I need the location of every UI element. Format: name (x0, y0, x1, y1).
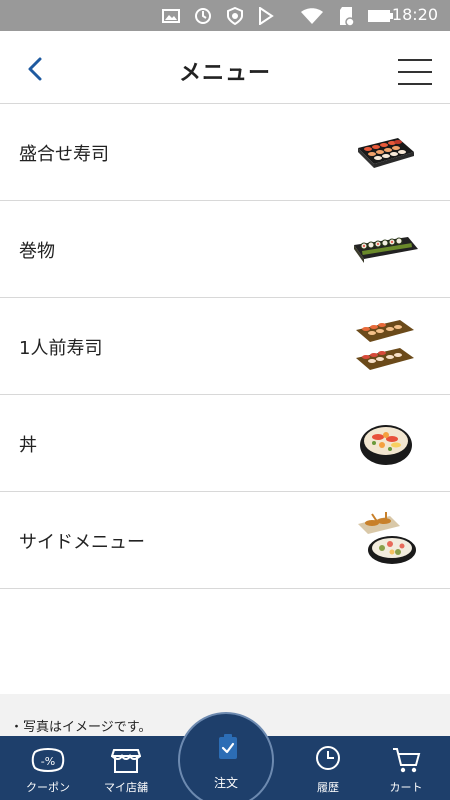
page-title: メニュー (178, 61, 271, 86)
nav-my-store[interactable]: マイ店舗 (88, 736, 164, 800)
menu-item-single-serving[interactable]: 1人前寿司 (0, 298, 450, 395)
sd-card-icon (340, 7, 354, 26)
status-icons (162, 6, 408, 26)
hamburger-line (398, 83, 432, 85)
photo-disclaimer: ・写真はイメージです。 (10, 720, 152, 735)
nav-my-store-label: マイ店舗 (104, 781, 148, 794)
battery-icon (368, 10, 393, 22)
hamburger-line (398, 59, 432, 61)
nav-history[interactable]: 履歴 (290, 736, 366, 800)
maki-roll-tray-icon (354, 237, 418, 263)
nav-cart-label: カート (389, 781, 423, 794)
nav-order-button[interactable]: 注文 (178, 712, 274, 800)
side-dish-icon (358, 512, 416, 564)
hamburger-line (398, 71, 432, 73)
nav-cart[interactable]: カート (368, 736, 444, 800)
menu-list: 盛合せ寿司 巻物 1人前寿司 丼 サイドメニュー (0, 104, 450, 589)
wifi-icon (301, 8, 323, 24)
data-saver-icon (195, 8, 211, 24)
clock-icon (316, 746, 340, 770)
store-icon (111, 749, 141, 773)
svg-text:-%: -% (41, 755, 55, 768)
menu-item-moriawase[interactable]: 盛合せ寿司 (0, 104, 450, 201)
hamburger-menu-button[interactable] (398, 59, 432, 85)
coupon-icon: -% (31, 748, 65, 772)
nav-coupon-label: クーポン (26, 781, 70, 794)
status-bar: 18:20 (0, 0, 450, 31)
play-store-icon (259, 7, 274, 25)
shield-icon (227, 7, 243, 25)
menu-item-don[interactable]: 丼 (0, 395, 450, 492)
clipboard-check-icon (219, 734, 237, 759)
nav-history-label: 履歴 (317, 781, 339, 794)
menu-item-makimono[interactable]: 巻物 (0, 201, 450, 298)
sushi-platter-icon (358, 138, 414, 168)
donburi-bowl-icon (360, 425, 412, 465)
status-time: 18:20 (391, 5, 438, 24)
menu-item-label: サイドメニュー (19, 532, 145, 553)
menu-item-label: 巻物 (19, 241, 55, 262)
app-header: メニュー (0, 31, 450, 104)
menu-item-side-menu[interactable]: サイドメニュー (0, 492, 450, 589)
nav-coupon[interactable]: -% クーポン (8, 736, 88, 800)
single-serving-sushi-icon (356, 320, 414, 370)
menu-item-label: 盛合せ寿司 (19, 144, 109, 165)
menu-item-label: 丼 (19, 435, 37, 456)
menu-item-label: 1人前寿司 (19, 338, 103, 359)
nav-order-label: 注文 (213, 776, 238, 790)
gallery-icon (162, 9, 180, 23)
cart-icon (393, 748, 421, 773)
